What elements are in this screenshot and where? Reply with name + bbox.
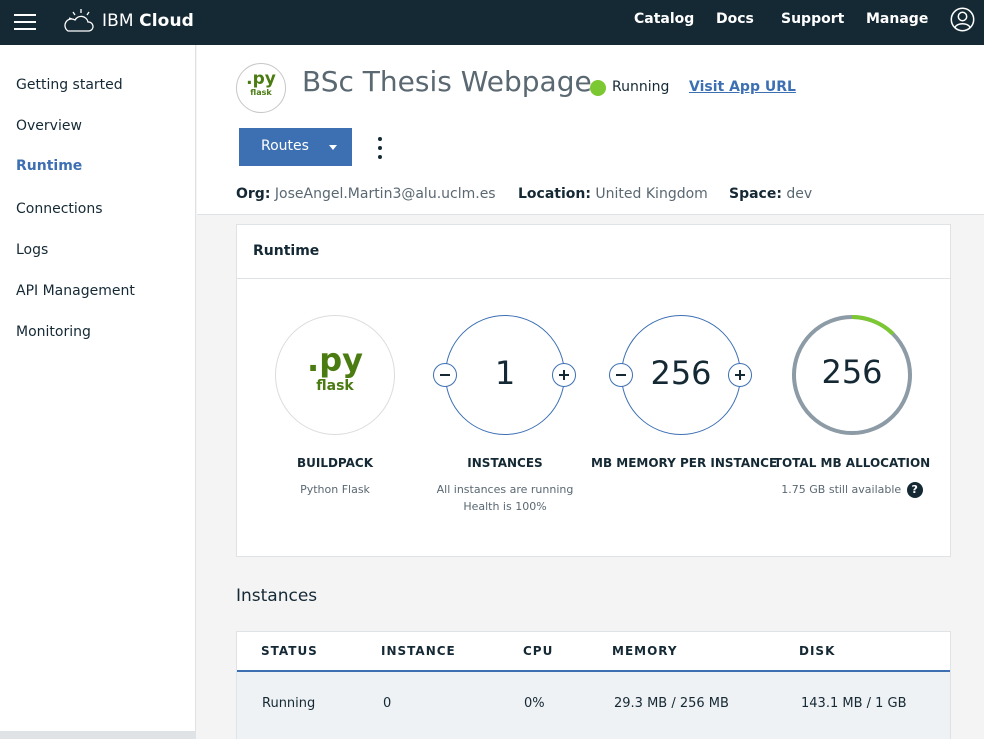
logo-main-text: .py — [246, 69, 276, 89]
memory-label: MB MEMORY PER INSTANCE — [591, 456, 778, 470]
total-allocation-value: 256 — [821, 353, 883, 391]
location-info: Location: United Kingdom — [518, 186, 708, 202]
instances-value: 1 — [494, 354, 516, 392]
instances-label: INSTANCES — [467, 456, 543, 470]
instances-increase-button[interactable] — [552, 363, 576, 387]
cloud-logo-icon — [64, 9, 94, 32]
instances-section-title: Instances — [236, 586, 318, 606]
total-allocation-available: 1.75 GB still available ? — [767, 481, 937, 498]
status-indicator-icon — [590, 80, 606, 96]
column-header-disk[interactable]: DISK — [799, 644, 835, 658]
nav-catalog[interactable]: Catalog — [634, 0, 694, 45]
cell-status: Running — [262, 696, 316, 711]
column-header-instance[interactable]: INSTANCE — [381, 644, 456, 658]
routes-button[interactable]: Routes — [239, 128, 352, 166]
app-header: .py flask BSc Thesis Webpage Running Vis… — [197, 45, 984, 215]
buildpack-logo-sub: flask — [316, 378, 354, 394]
memory-circle: 256 — [621, 315, 741, 435]
cell-instance: 0 — [383, 696, 392, 711]
nav-support[interactable]: Support — [781, 0, 844, 45]
sidebar-item-api-management[interactable]: API Management — [16, 283, 135, 299]
buildpack-circle: .py flask — [275, 315, 395, 435]
column-header-cpu[interactable]: CPU — [523, 644, 553, 658]
user-avatar-icon[interactable] — [950, 7, 975, 32]
sidebar-scrollbar[interactable] — [0, 731, 196, 739]
help-icon[interactable]: ? — [906, 482, 923, 498]
instances-health: Health is 100% — [463, 500, 547, 513]
sidebar-item-overview[interactable]: Overview — [16, 118, 82, 134]
sidebar-item-runtime[interactable]: Runtime — [16, 158, 82, 174]
brand-name: IBM Cloud — [102, 11, 194, 31]
column-header-status[interactable]: STATUS — [261, 644, 318, 658]
sidebar-item-connections[interactable]: Connections — [16, 201, 103, 217]
runtime-card-title: Runtime — [253, 243, 320, 259]
org-info: Org: JoseAngel.Martin3@alu.uclm.es — [236, 186, 496, 202]
app-status: Running — [612, 79, 670, 95]
instances-status: All instances are running — [436, 483, 574, 496]
nav-docs[interactable]: Docs — [716, 0, 754, 45]
sidebar-item-getting-started[interactable]: Getting started — [16, 77, 123, 93]
memory-increase-button[interactable] — [728, 363, 752, 387]
cell-memory: 29.3 MB / 256 MB — [614, 696, 729, 711]
python-flask-logo: .py flask — [236, 63, 286, 113]
total-allocation-label: TOTAL MB ALLOCATION — [773, 456, 931, 470]
runtime-card: Runtime .py flask BUILDPACK Python Flask… — [236, 224, 951, 557]
instances-circle: 1 — [445, 315, 565, 435]
logo-sub-text: flask — [250, 88, 272, 97]
sidebar-item-monitoring[interactable]: Monitoring — [16, 324, 91, 340]
sidebar: Getting started Overview Runtime Connect… — [0, 45, 196, 739]
nav-manage[interactable]: Manage — [866, 0, 928, 45]
cell-disk: 143.1 MB / 1 GB — [801, 696, 907, 711]
routes-button-label: Routes — [261, 138, 309, 154]
memory-decrease-button[interactable] — [609, 363, 633, 387]
top-navigation-bar: IBM Cloud Catalog Docs Support Manage — [0, 0, 984, 45]
visit-app-url-link[interactable]: Visit App URL — [689, 79, 796, 95]
buildpack-label: BUILDPACK — [296, 456, 374, 470]
buildpack-name: Python Flask — [300, 483, 370, 496]
chevron-down-icon — [329, 145, 337, 150]
divider — [237, 278, 950, 279]
memory-value: 256 — [650, 354, 712, 392]
instances-decrease-button[interactable] — [433, 363, 457, 387]
column-header-memory[interactable]: MEMORY — [612, 644, 678, 658]
page-title: BSc Thesis Webpage — [302, 65, 592, 98]
space-info: Space: dev — [729, 186, 813, 202]
sidebar-item-logs[interactable]: Logs — [16, 242, 48, 258]
instances-table: STATUS INSTANCE CPU MEMORY DISK Running … — [236, 631, 951, 739]
brand-logo[interactable]: IBM Cloud — [64, 6, 194, 36]
hamburger-menu-icon[interactable] — [14, 12, 38, 32]
buildpack-logo-main: .py — [307, 341, 363, 379]
cell-cpu: 0% — [524, 696, 545, 711]
overflow-menu-icon[interactable] — [375, 135, 385, 161]
